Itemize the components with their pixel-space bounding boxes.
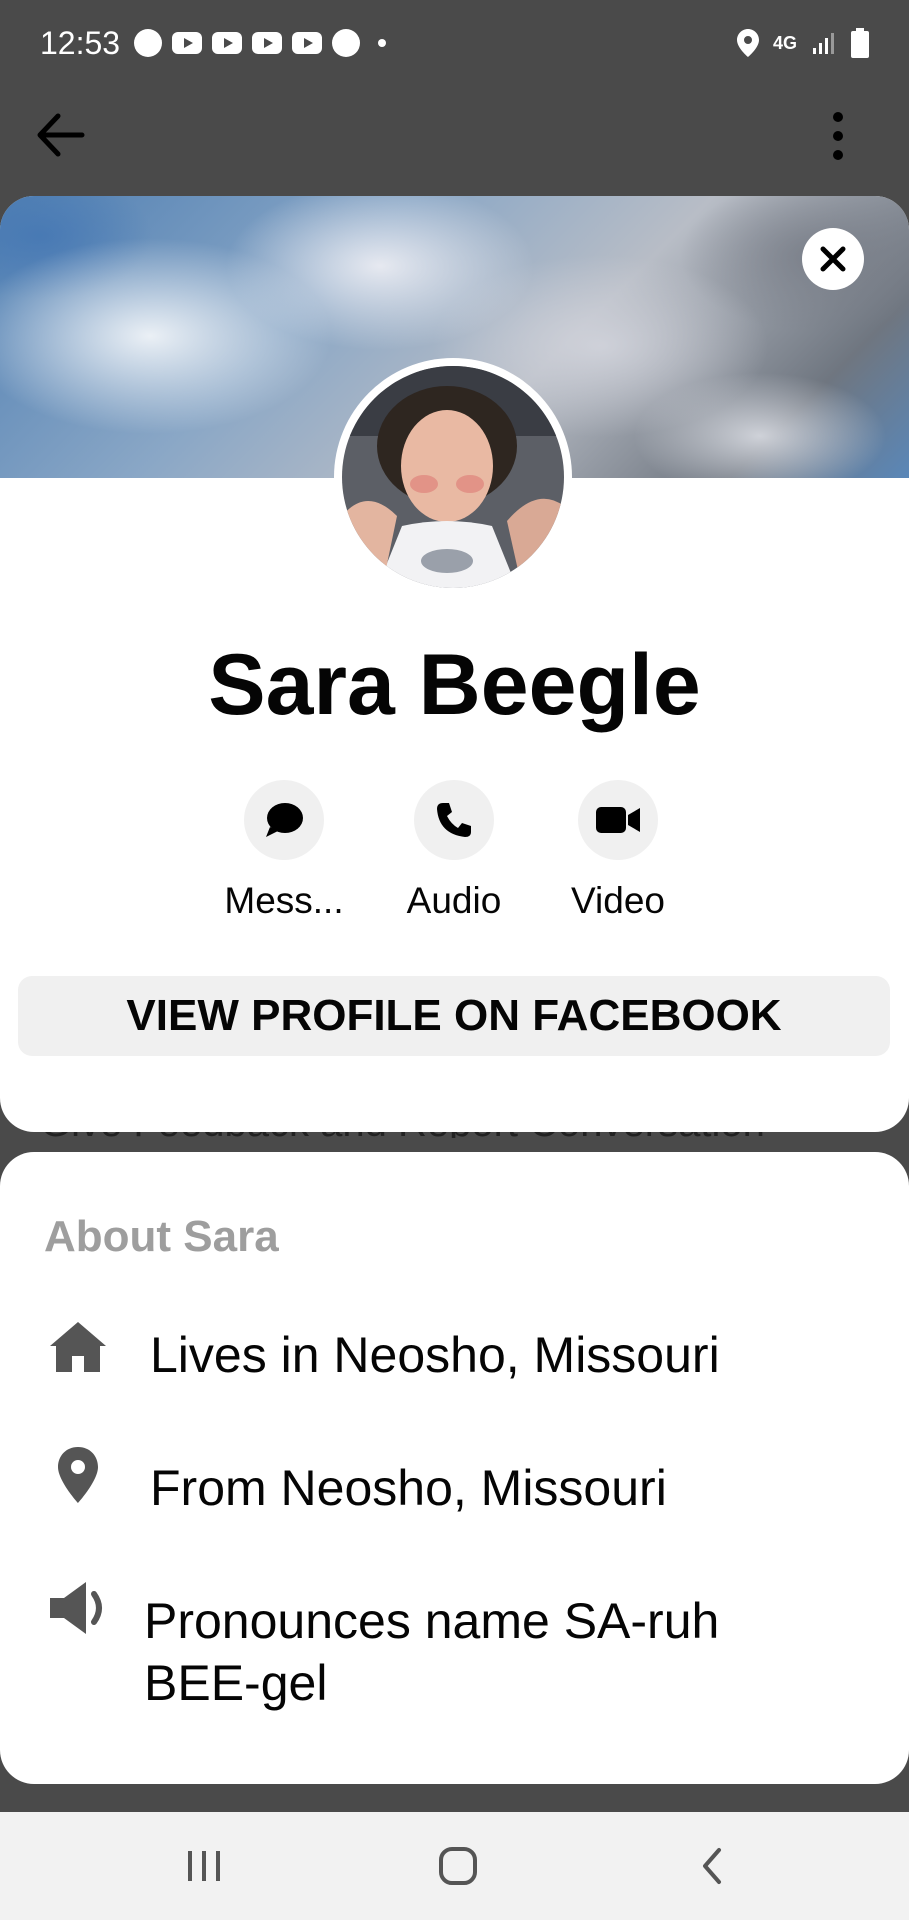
more-options-button[interactable] (818, 110, 858, 162)
youtube-icon (292, 32, 323, 54)
arrow-left-icon (37, 113, 85, 157)
chat-bubble-icon (266, 803, 303, 837)
message-action[interactable]: Mess... (214, 780, 354, 922)
youtube-icon (172, 32, 203, 54)
status-time: 12:53 (40, 24, 121, 61)
recent-apps-icon (188, 1851, 220, 1881)
profile-card: Sara Beegle Mess... Audio Video VIEW PRO… (0, 196, 909, 1132)
top-app-bar (0, 90, 909, 180)
profile-picture (342, 366, 564, 588)
home-circle-icon (439, 1847, 477, 1885)
notification-icons (134, 29, 387, 57)
view-profile-button[interactable]: VIEW PROFILE ON FACEBOOK (18, 976, 890, 1056)
contact-actions: Mess... Audio Video (0, 780, 909, 930)
message-button[interactable] (244, 780, 324, 860)
more-notifications-dot (378, 39, 387, 47)
system-nav-bar (0, 1812, 909, 1920)
audio-call-button[interactable] (414, 780, 494, 860)
about-title: About Sara (44, 1212, 279, 1261)
close-button[interactable] (802, 228, 864, 290)
home-button[interactable] (418, 1838, 498, 1894)
video-call-action[interactable]: Video (548, 780, 688, 922)
recent-apps-button[interactable] (164, 1838, 244, 1894)
audio-call-action[interactable]: Audio (384, 780, 524, 922)
location-icon (736, 29, 759, 57)
video-camera-icon (596, 807, 640, 833)
status-bar: 12:53 4G (0, 0, 909, 86)
about-card: About Sara Lives in Neosho, Missouri Fro… (0, 1152, 909, 1784)
message-label: Mess... (224, 880, 344, 921)
chat-bubbles-icon (134, 29, 163, 57)
phone-icon (437, 803, 471, 837)
speaker-icon[interactable] (46, 1576, 110, 1640)
close-icon (820, 246, 846, 272)
home-icon (50, 1322, 106, 1372)
chevron-left-icon (703, 1848, 721, 1884)
network-type: 4G (772, 33, 797, 53)
profile-name: Sara Beegle (208, 637, 701, 733)
about-item-text: From Neosho, Missouri (150, 1460, 667, 1516)
location-pin-icon (58, 1447, 98, 1503)
system-status: 4G (736, 28, 869, 58)
youtube-icon (252, 32, 283, 54)
video-label: Video (571, 880, 665, 921)
more-vertical-icon (833, 112, 843, 160)
signal-icon (813, 33, 834, 54)
audio-label: Audio (406, 880, 502, 921)
back-button[interactable] (36, 112, 86, 158)
video-call-button[interactable] (578, 780, 658, 860)
about-item-text: Pronounces name SA-ruh BEE-gel (144, 1593, 720, 1711)
youtube-icon (212, 32, 243, 54)
about-item-text: Lives in Neosho, Missouri (150, 1327, 720, 1383)
battery-icon (851, 28, 869, 58)
avatar[interactable] (334, 358, 572, 596)
system-back-button[interactable] (672, 1838, 752, 1894)
messenger-icon (332, 29, 361, 57)
